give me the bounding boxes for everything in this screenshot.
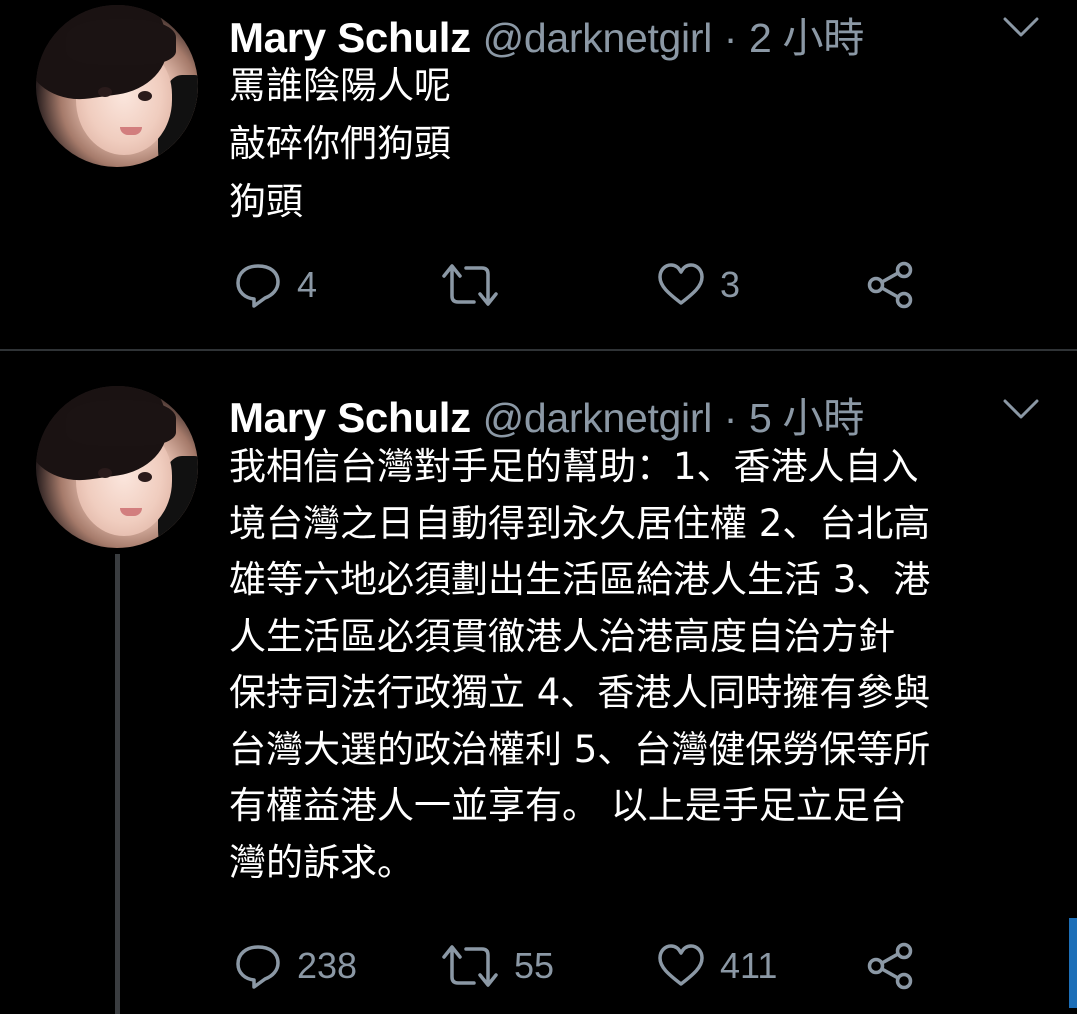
meta-separator: · <box>723 15 738 61</box>
reply-icon <box>233 260 283 310</box>
tweet-text: 罵誰陰陽人呢 敲碎你們狗頭 狗頭 <box>229 57 451 231</box>
author-name[interactable]: Mary Schulz <box>229 14 471 61</box>
tweet-actions: 238 55 411 <box>0 941 1077 1001</box>
author-handle[interactable]: @darknetgirl <box>483 395 713 441</box>
author-name[interactable]: Mary Schulz <box>229 394 471 441</box>
scrollbar[interactable] <box>1069 918 1077 1008</box>
tweet-text-line: 灣的訴求。 <box>229 840 414 884</box>
retweet-count: 55 <box>514 945 555 986</box>
share-icon <box>866 941 916 991</box>
tweet-text-line: 罵誰陰陽人呢 <box>229 64 451 107</box>
heart-icon <box>656 941 706 991</box>
retweet-icon <box>440 941 500 991</box>
share-icon <box>866 260 916 310</box>
meta-separator: · <box>723 395 738 441</box>
tweet-text-line: 境台灣之日自動得到永久居住權 2、台北高 <box>229 501 931 545</box>
tweet-time[interactable]: 2 小時 <box>749 15 864 61</box>
reply-button[interactable]: 4 <box>233 260 317 310</box>
heart-icon <box>656 260 706 310</box>
reply-count: 4 <box>297 264 318 305</box>
tweet-text-line: 狗頭 <box>229 180 303 223</box>
tweet-text-line: 台灣大選的政治權利 5、台灣健保勞保等所 <box>229 727 931 771</box>
reply-button[interactable]: 238 <box>233 941 357 991</box>
reply-count: 238 <box>297 945 358 986</box>
tweet-header: Mary Schulz @darknetgirl · 2 小時 <box>229 4 864 64</box>
retweet-icon <box>440 260 500 310</box>
retweet-button[interactable] <box>440 260 514 310</box>
tweet-actions: 4 3 <box>0 260 1077 320</box>
share-button[interactable] <box>866 941 916 991</box>
tweet-text-line: 有權益港人一並享有。 以上是手足立足台 <box>229 784 907 827</box>
tweet-text-line: 我相信台灣對手足的幫助：1、香港人自入 <box>229 445 919 488</box>
like-button[interactable]: 411 <box>656 941 777 991</box>
tweet-text-line: 敲碎你們狗頭 <box>229 122 451 165</box>
author-handle[interactable]: @darknetgirl <box>483 15 713 61</box>
like-button[interactable]: 3 <box>656 260 740 310</box>
chevron-down-icon[interactable] <box>1002 14 1040 40</box>
avatar[interactable] <box>36 386 198 548</box>
like-count: 3 <box>720 264 741 305</box>
tweet-header: Mary Schulz @darknetgirl · 5 小時 <box>229 384 864 444</box>
retweet-button[interactable]: 55 <box>440 941 554 991</box>
avatar[interactable] <box>36 5 198 167</box>
tweet-text: 我相信台灣對手足的幫助：1、香港人自入 境台灣之日自動得到永久居住權 2、台北高… <box>229 439 930 891</box>
tweet-text-line: 保持司法行政獨立 4、香港人同時擁有參與 <box>229 671 931 714</box>
tweet[interactable]: Mary Schulz @darknetgirl · 2 小時 罵誰陰陽人呢 敲… <box>0 0 1077 349</box>
tweet-text-line: 人生活區必須貫徹港人治港高度自治方針 <box>229 614 895 658</box>
tweet-text-line: 雄等六地必須劃出生活區給港人生活 3、港 <box>229 558 931 601</box>
tweet-time[interactable]: 5 小時 <box>749 395 864 441</box>
reply-icon <box>233 941 283 991</box>
chevron-down-icon[interactable] <box>1002 396 1040 422</box>
tweet[interactable]: Mary Schulz @darknetgirl · 5 小時 我相信台灣對手足… <box>0 351 1077 1014</box>
share-button[interactable] <box>866 260 916 310</box>
like-count: 411 <box>720 945 778 986</box>
